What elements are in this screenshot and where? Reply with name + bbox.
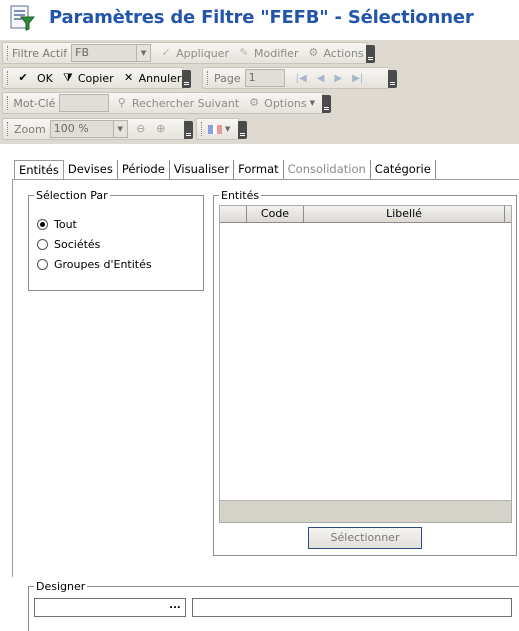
copy-button[interactable]: ⧩ Copier [61,71,114,85]
toolbar-area: Filtre Actif FB ▼ ✓ Appliquer ✎ Modifier… [0,40,519,144]
entities-legend: Entités [221,189,260,202]
tab-format[interactable]: Format [234,160,284,180]
options-menu-button[interactable]: ⚙ Options ▼ [247,96,315,110]
binoculars-icon: ⚲ [117,96,126,109]
radio-entity-groups[interactable]: Groupes d'Entités [37,258,152,271]
toolbar-overflow-icon[interactable] [388,70,397,88]
language-toolbar: ▼ [196,118,247,140]
filter-settings-icon [10,5,36,31]
grid-header: Code Libellé [220,206,511,223]
page-input[interactable]: 1 [244,69,285,87]
check-icon: ✔ [18,71,28,84]
tab-consolidation: Consolidation [284,160,371,180]
zoom-value[interactable]: 100 % [49,120,114,138]
close-icon: ✕ [124,71,134,84]
toolbar-overflow-icon[interactable] [366,45,375,63]
tab-view[interactable]: Visualiser [170,160,235,180]
radio-companies[interactable]: Sociétés [37,238,100,251]
page-title: Paramètres de Filtre "FEFB" - Sélectionn… [49,7,474,28]
designer-code-field[interactable]: ... [34,598,186,617]
zoom-out-icon[interactable]: ⊖ [134,122,148,136]
column-header-label[interactable]: Libellé [304,206,505,223]
zoom-combo[interactable]: 100 % ▼ [49,120,128,138]
chevron-down-icon[interactable]: ▼ [113,120,128,138]
keyword-label: Mot-Clé [13,96,56,110]
column-header-code[interactable]: Code [247,206,304,223]
radio-all[interactable]: Tout [37,218,77,231]
toolbar-grip[interactable] [201,122,204,136]
tab-category[interactable]: Catégorie [371,160,436,180]
tab-entities[interactable]: Entités [14,160,64,180]
select-button: Sélectionner [308,527,422,549]
selection-group: Sélection Par Tout Sociétés Groupes d'En… [28,189,204,291]
toolbar-overflow-icon[interactable] [182,70,191,88]
gear-icon: ⚙ [249,96,260,109]
entities-grid[interactable]: Code Libellé [219,205,512,523]
apply-button[interactable]: ✓ Appliquer [159,46,229,60]
window-header: Paramètres de Filtre "FEFB" - Sélectionn… [0,0,519,40]
ok-button[interactable]: ✔ OK [16,71,52,85]
find-next-button[interactable]: ⚲ Rechercher Suivant [115,96,239,110]
zoom-label: Zoom [14,122,46,136]
first-page-icon[interactable]: |◀ [296,73,307,84]
active-filter-value[interactable]: FB [71,44,138,62]
next-page-icon[interactable]: ▶ [334,73,342,84]
toolbar-overflow-icon[interactable] [322,95,331,113]
filter-toolbar: Filtre Actif FB ▼ ✓ Appliquer ✎ Modifier… [2,42,375,64]
zoom-in-icon[interactable]: ⊕ [154,122,168,136]
toolbar-grip[interactable] [7,122,10,136]
toolbar-overflow-icon[interactable] [184,121,193,139]
row-selector-header [220,206,247,223]
radio-button[interactable] [37,259,48,270]
radio-button[interactable] [37,239,48,250]
toolbar-grip[interactable] [207,71,210,85]
tab-currencies[interactable]: Devises [64,160,118,180]
selection-legend: Sélection Par [36,189,108,202]
active-filter-combo[interactable]: FB ▼ [71,44,152,62]
zoom-toolbar: Zoom 100 % ▼ ⊖ ⊕ [2,118,193,140]
paging-toolbar: Page 1 |◀ ◀ ▶ ▶| [202,67,397,89]
toolbar-grip[interactable] [7,71,8,85]
last-page-icon[interactable]: ▶| [352,73,363,84]
gear-icon: ⚙ [308,46,319,59]
toolbar-overflow-icon[interactable] [238,121,247,139]
chevron-down-icon[interactable]: ▼ [225,125,230,133]
actions-menu-button[interactable]: ⚙ Actions ▼ [306,46,373,60]
modify-button[interactable]: ✎ Modifier [237,46,298,60]
chevron-down-icon[interactable]: ▼ [137,44,152,62]
apply-icon: ✓ [161,46,171,59]
designer-legend: Designer [36,580,86,593]
toolbar-grip[interactable] [7,46,8,60]
page-label: Page [214,71,241,85]
language-flag-icon[interactable] [208,124,223,134]
ellipsis-button[interactable]: ... [166,600,184,615]
toolbar-grip[interactable] [7,96,9,110]
keyword-input[interactable] [59,94,109,112]
designer-name-field[interactable] [192,598,512,617]
search-toolbar: Mot-Clé ⚲ Rechercher Suivant ⚙ Options ▼ [2,92,331,114]
chevron-down-icon: ▼ [309,99,315,107]
grid-footer [220,500,511,522]
action-toolbar: ✔ OK ⧩ Copier ✕ Annuler [2,67,191,89]
tab-strip: Entités Devises Période Visualiser Forma… [14,160,436,180]
pencil-icon: ✎ [239,46,249,59]
filter-copy-icon: ⧩ [62,71,73,84]
tab-period[interactable]: Période [118,160,170,180]
cancel-button[interactable]: ✕ Annuler [122,71,181,85]
radio-button[interactable] [37,219,48,230]
previous-page-icon[interactable]: ◀ [317,73,325,84]
active-filter-label: Filtre Actif [12,46,68,60]
